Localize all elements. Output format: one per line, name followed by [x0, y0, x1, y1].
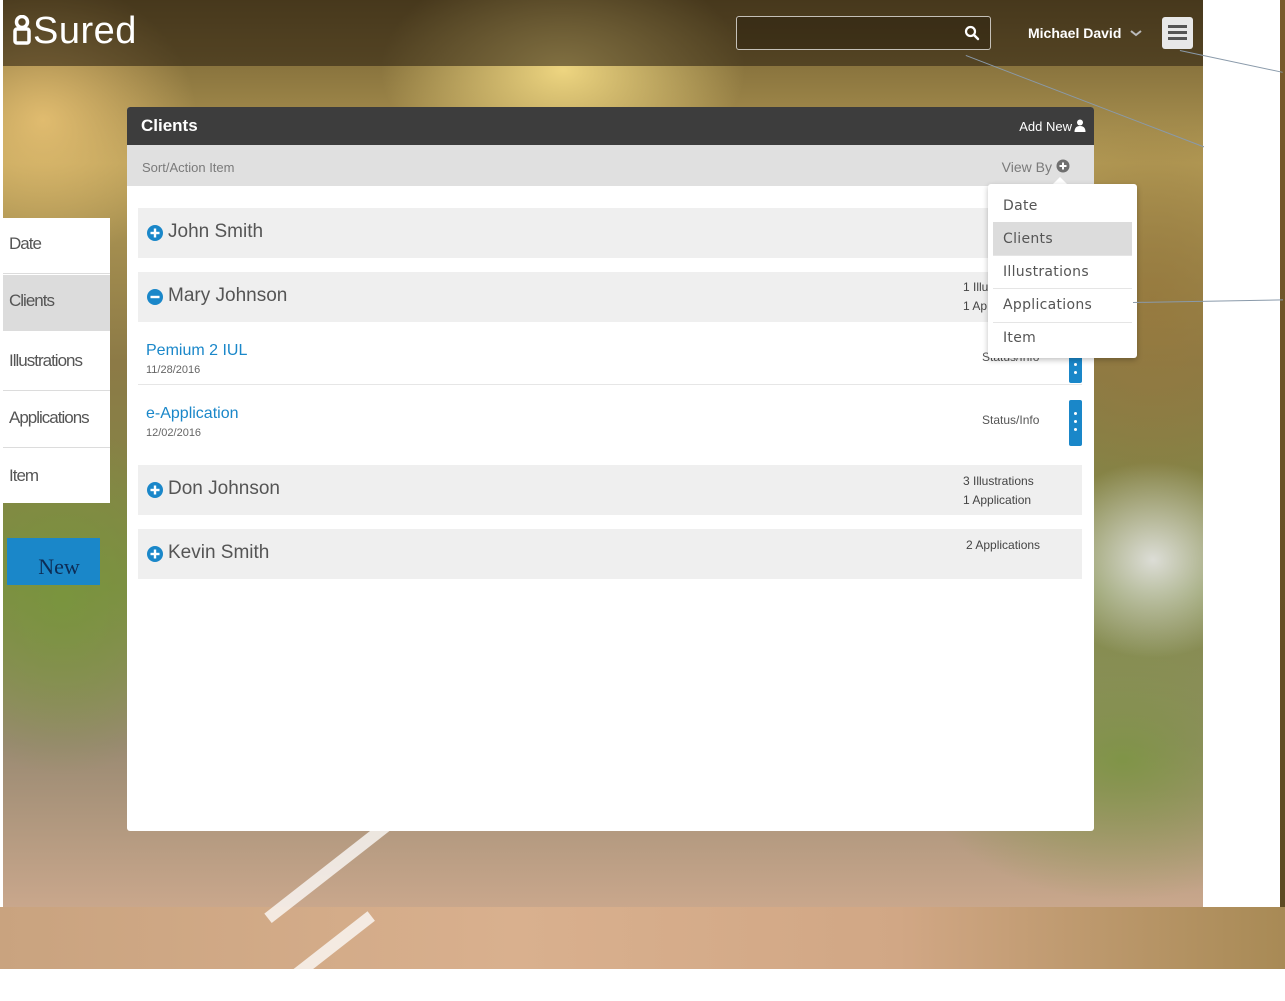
view-by-option-applications[interactable]: Applications [993, 288, 1132, 321]
client-meta-line: 2 Applications [966, 538, 1041, 552]
item-title-link[interactable]: Pemium 2 IUL [146, 342, 247, 360]
logo-mark-icon [13, 14, 31, 45]
client-meta: 1 Illu 1 Ap [963, 278, 988, 316]
user-name[interactable]: Michael David [1028, 25, 1121, 41]
client-meta: 3 Illustrations 1 Application [963, 472, 1034, 510]
view-by-button[interactable]: View By [1002, 159, 1052, 175]
client-row[interactable]: Kevin Smith 2 Applications [138, 529, 1082, 579]
client-name[interactable]: Kevin Smith [168, 542, 269, 564]
new-button[interactable]: New [7, 538, 100, 585]
left-item-applications[interactable]: Applications [3, 392, 110, 448]
client-meta-line: 3 Illustrations [963, 474, 1034, 488]
background-photo-edge [1280, 0, 1285, 907]
dot-icon [1074, 371, 1077, 374]
dot-icon [1074, 420, 1077, 423]
client-row[interactable]: Don Johnson 3 Illustrations 1 Applicatio… [138, 465, 1082, 515]
expand-plus-icon[interactable] [147, 225, 163, 241]
view-by-option-date[interactable]: Date [993, 189, 1132, 222]
collapse-minus-icon[interactable] [147, 289, 163, 305]
client-meta: 2 Applications [966, 536, 1040, 555]
left-item-item[interactable]: Item [3, 450, 110, 506]
item-date: 12/02/2016 [146, 427, 202, 439]
client-meta-line: 1 Ap [963, 299, 988, 313]
view-by-option-item[interactable]: Item [993, 321, 1132, 354]
divider [138, 384, 1082, 385]
background-photo-lower [0, 907, 1285, 969]
item-status: Status/Info [982, 413, 1040, 427]
plus-circle-icon[interactable] [1056, 159, 1070, 173]
add-new-button[interactable]: Add New [1019, 119, 1072, 134]
clients-card-header: Clients Add New [127, 107, 1094, 145]
chevron-down-icon[interactable] [1129, 28, 1143, 38]
menu-bar [1168, 37, 1187, 40]
more-actions-button[interactable] [1069, 400, 1082, 446]
dot-icon [1074, 412, 1077, 415]
sort-action-label[interactable]: Sort/Action Item [142, 160, 234, 175]
user-icon[interactable] [1074, 119, 1086, 132]
client-row[interactable]: Mary Johnson 1 Illu 1 Ap [138, 272, 1082, 322]
item-title-link[interactable]: e-Application [146, 405, 239, 423]
client-name[interactable]: John Smith [168, 221, 263, 243]
left-item-clients[interactable]: Clients [3, 275, 110, 331]
expand-plus-icon[interactable] [147, 546, 163, 562]
sort-action-bar: Sort/Action Item View By [127, 145, 1094, 186]
left-item-illustrations[interactable]: Illustrations [3, 335, 110, 391]
search-icon[interactable] [964, 25, 980, 41]
left-item-date[interactable]: Date [3, 218, 110, 274]
search-input[interactable] [737, 17, 968, 49]
view-by-option-illustrations[interactable]: Illustrations [993, 255, 1132, 288]
dot-icon [1074, 363, 1077, 366]
hamburger-menu-button[interactable] [1162, 17, 1193, 49]
menu-bar [1168, 31, 1187, 34]
left-filter-panel: Date Clients Illustrations Applications … [3, 218, 110, 503]
client-name[interactable]: Don Johnson [168, 478, 280, 500]
list-item[interactable]: e-Application 12/02/2016 Status/Info [138, 399, 1082, 447]
clients-title: Clients [141, 116, 198, 135]
search-box[interactable] [736, 16, 991, 50]
client-name[interactable]: Mary Johnson [168, 285, 287, 307]
item-date: 11/28/2016 [146, 364, 201, 376]
clients-card: Clients Add New Sort/Action Item View By… [127, 107, 1094, 831]
dot-icon [1074, 428, 1077, 431]
top-header: Sured Michael David [3, 0, 1203, 66]
menu-bar [1168, 25, 1187, 28]
client-meta-line: 1 Application [963, 493, 1032, 507]
client-meta-line: 1 Illu [963, 280, 989, 294]
client-row[interactable]: John Smith [138, 208, 1082, 258]
logo-text: Sured [33, 10, 137, 52]
list-item[interactable]: Pemium 2 IUL 11/28/2016 Status/Info [138, 336, 1082, 384]
expand-plus-icon[interactable] [147, 482, 163, 498]
app-logo[interactable]: Sured [11, 10, 137, 53]
view-by-dropdown: Date Clients Illustrations Applications … [988, 184, 1137, 358]
view-by-option-clients[interactable]: Clients [993, 222, 1132, 255]
